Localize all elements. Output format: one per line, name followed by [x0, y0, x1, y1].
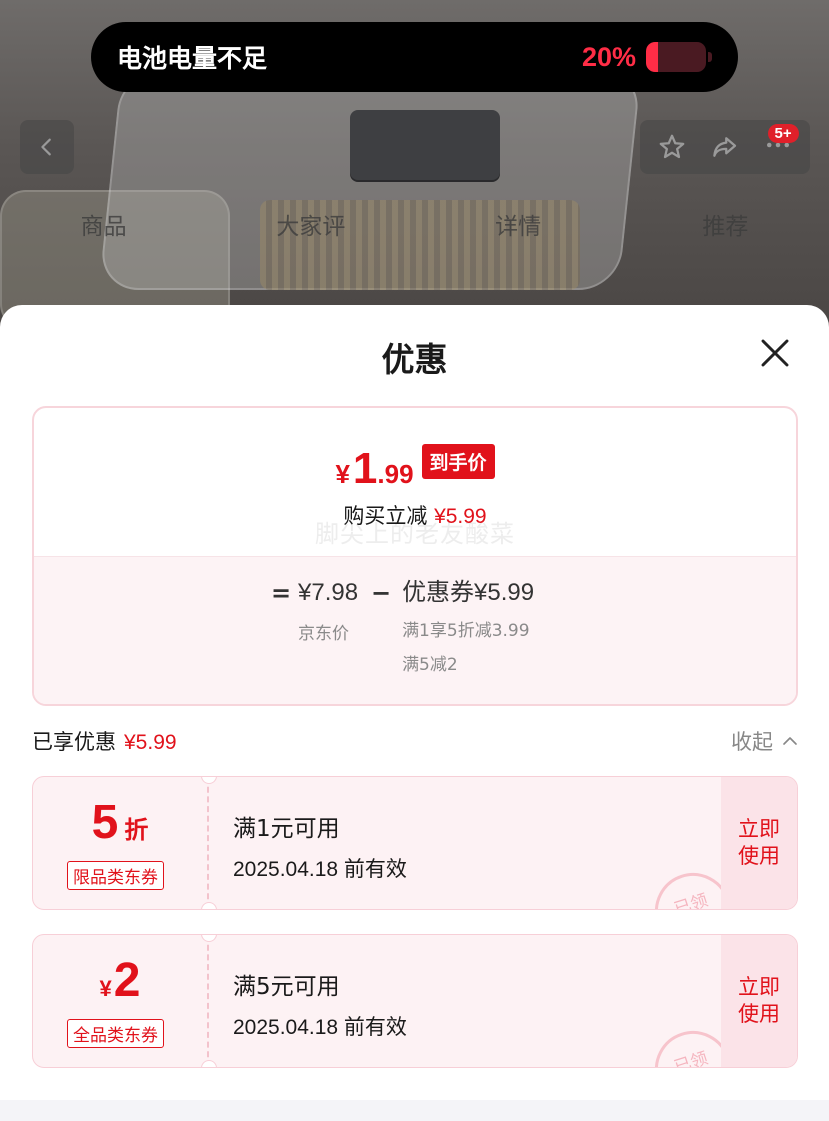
coupon-amount-value: 2	[113, 954, 141, 1007]
coupon-card[interactable]: ¥2 全品类东券 满5元可用 2025.04.18 前有效 已领 立即 使用	[32, 934, 798, 1068]
battery-percent: 20%	[581, 41, 636, 72]
coupon-notch	[201, 902, 217, 909]
chevron-left-icon	[41, 138, 51, 156]
jd-price: ¥7.98	[298, 579, 359, 606]
coupon-amount-unit: 折	[124, 817, 149, 844]
coupon-amount: ¥2	[33, 953, 207, 1008]
enjoyed-amount: ¥5.99	[124, 731, 177, 754]
tab-recommend[interactable]: 推荐	[622, 205, 829, 249]
price-breakdown: = ¥7.98 京东价 − 优惠券¥5.99 满1享5折减3.99 满5减2	[34, 556, 796, 704]
price-summary: ¥ 1 .99 到手价 脚尖上的老友酸菜 购买立减 ¥5.99	[34, 408, 796, 556]
coupon-value-area: ¥2 全品类东券	[33, 935, 209, 1067]
jd-price-column: ¥7.98 京东价	[298, 577, 358, 677]
final-price-tag: 到手价	[421, 444, 495, 479]
coupon-amount: 5折	[33, 795, 207, 850]
star-icon[interactable]	[657, 132, 687, 162]
final-price-decimal: .99	[377, 459, 414, 489]
coupon-detail-1: 满1享5折减3.99	[402, 621, 530, 641]
coupon-condition: 满5元可用	[233, 974, 340, 1000]
tab-product[interactable]: 商品	[0, 205, 207, 249]
coupon-card[interactable]: 5折 限品类东券 满1元可用 2025.04.18 前有效 已领 立即 使用	[32, 776, 798, 910]
product-image-lid	[350, 110, 500, 180]
coupon-validity: 2025.04.18 前有效	[233, 858, 407, 881]
final-price-integer: 1	[352, 444, 378, 493]
instant-discount-amount: ¥5.99	[434, 505, 487, 528]
more-button[interactable]: 5+	[763, 124, 799, 164]
instant-discount-label: 购买立减	[343, 504, 435, 528]
battery-icon	[646, 42, 706, 72]
use-now-label: 立即 使用	[738, 975, 780, 1026]
notification-badge: 5+	[767, 124, 799, 143]
coupon-validity: 2025.04.18 前有效	[233, 1016, 407, 1039]
sheet-title: 优惠	[381, 340, 448, 379]
coupon-condition: 满1元可用	[233, 816, 340, 842]
close-icon[interactable]	[759, 337, 791, 369]
instant-discount: 购买立减 ¥5.99	[34, 500, 796, 530]
coupon-notch	[201, 1060, 217, 1067]
jd-price-label: 京东价	[298, 624, 349, 644]
use-now-button[interactable]: 立即 使用	[721, 935, 797, 1067]
coupon-amount-currency: ¥	[99, 976, 112, 1001]
product-tabs: 商品 大家评 详情 推荐	[0, 205, 829, 249]
price-calculation: = ¥7.98 京东价 − 优惠券¥5.99 满1享5折减3.99 满5减2	[264, 577, 534, 677]
battery-nub	[708, 52, 712, 62]
equals-sign: =	[270, 579, 292, 607]
tab-details[interactable]: 详情	[415, 205, 622, 249]
bottom-divider	[0, 1100, 829, 1121]
top-actions: 5+	[640, 120, 810, 174]
use-now-label: 立即 使用	[738, 817, 780, 868]
coupon-column: 优惠券¥5.99 满1享5折减3.99 满5减2	[402, 577, 534, 677]
tab-reviews[interactable]: 大家评	[207, 205, 414, 249]
enjoyed-label: 已享优惠	[32, 730, 116, 754]
collapse-button[interactable]: 收起	[731, 726, 799, 756]
low-battery-banner: 电池电量不足 20%	[91, 22, 738, 92]
collapse-label: 收起	[731, 730, 773, 754]
price-card: ¥ 1 .99 到手价 脚尖上的老友酸菜 购买立减 ¥5.99 = ¥7.98 …	[32, 406, 798, 706]
discount-sheet: 优惠 ¥ 1 .99 到手价 脚尖上的老友酸菜 购买立减 ¥5.99 = ¥7.…	[0, 305, 829, 1121]
final-price-currency: ¥	[335, 459, 350, 489]
final-price: ¥ 1 .99 到手价	[34, 444, 796, 494]
coupon-type: 限品类东券	[67, 861, 164, 890]
coupon-detail-2: 满5减2	[402, 655, 458, 675]
battery-message: 电池电量不足	[117, 44, 268, 73]
minus-sign: −	[371, 579, 392, 607]
enjoyed-discount: 已享优惠 ¥5.99	[32, 726, 177, 756]
share-icon[interactable]	[710, 132, 740, 162]
coupon-total: 优惠券¥5.99	[402, 579, 535, 606]
coupon-value-area: 5折 限品类东券	[33, 777, 209, 909]
back-button[interactable]	[20, 120, 74, 174]
chevron-up-icon	[783, 737, 797, 745]
coupon-amount-value: 5	[91, 796, 119, 849]
use-now-button[interactable]: 立即 使用	[721, 777, 797, 909]
coupon-type: 全品类东券	[67, 1019, 164, 1048]
battery-fill	[646, 42, 658, 72]
